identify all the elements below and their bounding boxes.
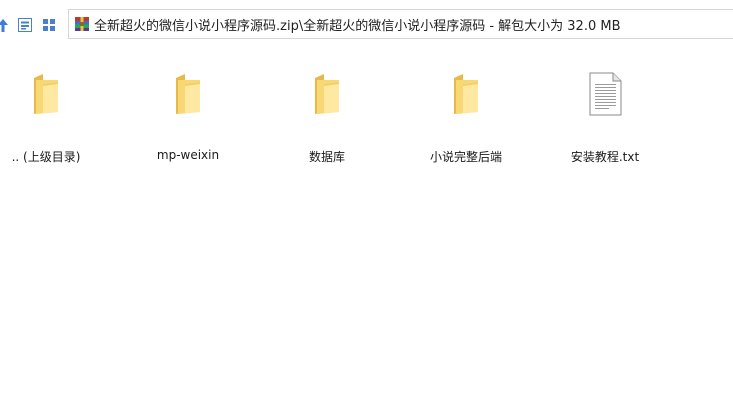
file-name: 小说完整后端 <box>429 150 502 164</box>
toolbar: 全新超火的微信小说小程序源码.zip\全新超火的微信小说小程序源码 - 解包大小… <box>0 0 733 48</box>
folder-icon <box>34 74 58 114</box>
address-path: 全新超火的微信小说小程序源码.zip\全新超火的微信小说小程序源码 - 解包大小… <box>94 18 621 34</box>
details-view-button[interactable] <box>16 14 34 36</box>
file-list: .. (上级目录) mp-weixin 数据库 小说完整后端 安装教程.txt <box>0 48 733 402</box>
archive-icon <box>75 17 89 31</box>
file-item-install-guide[interactable]: 安装教程.txt <box>550 72 660 172</box>
folder-icon <box>454 74 478 114</box>
details-view-icon <box>18 18 32 32</box>
file-item-novel-backend[interactable]: 小说完整后端 <box>411 72 521 172</box>
grid-view-icon <box>43 19 55 31</box>
file-name: 安装教程.txt <box>570 150 640 164</box>
up-arrow-icon <box>0 19 8 32</box>
file-item-mp-weixin[interactable]: mp-weixin <box>133 72 243 172</box>
file-name: mp-weixin <box>156 148 220 162</box>
file-name: .. (上级目录) <box>11 150 81 164</box>
folder-icon <box>176 74 200 114</box>
text-file-icon <box>589 72 622 116</box>
file-item-database[interactable]: 数据库 <box>272 72 382 172</box>
up-arrow-button[interactable] <box>0 14 12 36</box>
folder-icon <box>315 74 339 114</box>
file-name: 数据库 <box>308 150 345 164</box>
address-bar[interactable]: 全新超火的微信小说小程序源码.zip\全新超火的微信小说小程序源码 - 解包大小… <box>68 9 733 39</box>
file-item-parent-directory[interactable]: .. (上级目录) <box>0 72 101 172</box>
grid-view-button[interactable] <box>40 14 58 36</box>
